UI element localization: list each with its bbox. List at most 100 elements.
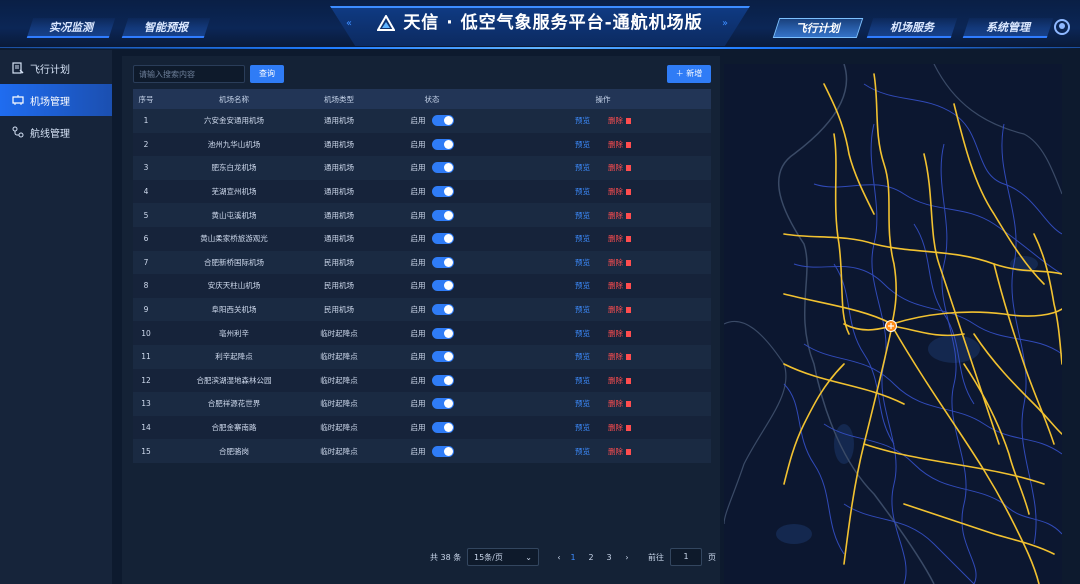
page-1[interactable]: 1 [566, 553, 580, 562]
nav-flight-plan[interactable]: 飞行计划 [772, 18, 864, 38]
status-toggle[interactable] [431, 374, 454, 386]
delete-link[interactable]: 删除 [608, 162, 631, 173]
top-header: 实况监测 智能预报 ‹‹ ›› 天信 · 低空气象服务平台-通航机场版 飞行计划… [0, 0, 1080, 49]
nav-system-management[interactable]: 系统管理 [962, 18, 1054, 38]
trash-icon [626, 141, 631, 148]
status-cell: 启用 [369, 162, 495, 174]
status-toggle[interactable] [431, 256, 454, 268]
status-toggle[interactable] [431, 445, 454, 457]
status-cell: 启用 [369, 280, 495, 292]
preview-link[interactable]: 预览 [575, 162, 590, 173]
delete-link[interactable]: 删除 [608, 210, 631, 221]
preview-link[interactable]: 预览 [575, 186, 590, 197]
status-toggle[interactable] [431, 280, 454, 292]
delete-link[interactable]: 删除 [608, 422, 631, 433]
preview-link[interactable]: 预览 [575, 328, 590, 339]
airport-name: 黄山屯溪机场 [211, 210, 257, 220]
sidebar-item-flight-plan[interactable]: 飞行计划 [0, 52, 112, 84]
nav-airport-service[interactable]: 机场服务 [866, 18, 958, 38]
col-header-name: 机场名称 [219, 94, 249, 104]
preview-link[interactable]: 预览 [575, 257, 590, 268]
delete-link[interactable]: 删除 [608, 186, 631, 197]
delete-link[interactable]: 删除 [608, 139, 631, 150]
row-index: 4 [143, 187, 149, 197]
table-row: 3 肥东白龙机场 通用机场 启用 预览 删除 [133, 156, 711, 180]
status-toggle[interactable] [431, 233, 454, 245]
page-3[interactable]: 3 [602, 553, 616, 562]
next-page-icon[interactable]: › [620, 553, 634, 562]
table-row: 10 亳州利辛 临时起降点 启用 预览 删除 [133, 321, 711, 345]
goto-page-input[interactable]: 1 [670, 548, 702, 566]
status-toggle[interactable] [431, 209, 454, 221]
trash-icon [626, 377, 631, 384]
delete-link[interactable]: 删除 [608, 328, 631, 339]
status-cell: 启用 [369, 233, 495, 245]
delete-link[interactable]: 删除 [608, 115, 631, 126]
delete-link[interactable]: 删除 [608, 351, 631, 362]
airport-type: 临时起降点 [320, 352, 358, 362]
status-label: 启用 [410, 352, 426, 362]
table-row: 5 黄山屯溪机场 通用机场 启用 预览 删除 [133, 203, 711, 227]
delete-link[interactable]: 删除 [608, 304, 631, 315]
page-2[interactable]: 2 [584, 553, 598, 562]
prev-page-icon[interactable]: ‹ [552, 553, 566, 562]
delete-link[interactable]: 删除 [608, 233, 631, 244]
status-toggle[interactable] [431, 186, 454, 198]
status-toggle[interactable] [431, 162, 454, 174]
status-toggle[interactable] [431, 138, 454, 150]
page-size-select[interactable]: 15条/页 ⌄ [467, 548, 539, 566]
actions-cell: 预览 删除 [495, 280, 711, 291]
status-label: 启用 [410, 328, 426, 338]
preview-link[interactable]: 预览 [575, 280, 590, 291]
preview-link[interactable]: 预览 [575, 422, 590, 433]
delete-link[interactable]: 删除 [608, 280, 631, 291]
row-index: 13 [141, 399, 151, 409]
preview-link[interactable]: 预览 [575, 446, 590, 457]
delete-link[interactable]: 删除 [608, 257, 631, 268]
status-toggle[interactable] [431, 327, 454, 339]
preview-link[interactable]: 预览 [575, 375, 590, 386]
table-row: 14 合肥金寨南路 临时起降点 启用 预览 删除 [133, 415, 711, 440]
preview-link[interactable]: 预览 [575, 304, 590, 315]
sidebar: 飞行计划 机场管理 航线管理 [0, 50, 112, 584]
trash-icon [626, 212, 631, 219]
status-toggle[interactable] [431, 304, 454, 316]
preview-link[interactable]: 预览 [575, 233, 590, 244]
actions-cell: 预览 删除 [495, 210, 711, 221]
preview-link[interactable]: 预览 [575, 351, 590, 362]
sidebar-item-airport-management[interactable]: 机场管理 [0, 84, 112, 116]
status-toggle[interactable] [431, 422, 454, 434]
delete-link[interactable]: 删除 [608, 446, 631, 457]
status-cell: 启用 [369, 304, 495, 316]
status-label: 启用 [410, 281, 426, 291]
preview-link[interactable]: 预览 [575, 139, 590, 150]
airport-list-panel: 查询 ＋ 新增 序号 机场名称 机场类型 状态 操作 1六安金安通用机场通用机场… [122, 56, 720, 584]
preview-link[interactable]: 预览 [575, 210, 590, 221]
user-avatar-icon[interactable] [1054, 19, 1070, 35]
table-body: 1 六安金安通用机场 通用机场 启用 预览 删除 2 池州九华山机场 通用机场 启用 预览 删除 3 肥东… [133, 109, 711, 463]
map-view[interactable] [724, 64, 1062, 584]
airport-marker-icon[interactable] [885, 320, 897, 332]
preview-link[interactable]: 预览 [575, 398, 590, 409]
table-row: 9 阜阳西关机场 民用机场 启用 预览 删除 [133, 297, 711, 322]
actions-cell: 预览 删除 [495, 186, 711, 197]
status-toggle[interactable] [431, 351, 454, 363]
plus-icon: ＋ [675, 69, 684, 78]
airport-type: 民用机场 [324, 257, 354, 267]
actions-cell: 预览 删除 [495, 446, 711, 457]
status-toggle[interactable] [431, 115, 454, 127]
status-cell: 启用 [369, 398, 495, 410]
airport-type: 通用机场 [324, 234, 354, 244]
actions-cell: 预览 删除 [495, 422, 711, 433]
status-label: 启用 [410, 257, 426, 267]
preview-link[interactable]: 预览 [575, 115, 590, 126]
add-button[interactable]: ＋ 新增 [667, 65, 711, 83]
delete-link[interactable]: 删除 [608, 398, 631, 409]
search-button[interactable]: 查询 [250, 65, 284, 83]
trash-icon [626, 401, 631, 408]
status-toggle[interactable] [431, 398, 454, 410]
search-input[interactable] [133, 65, 245, 83]
route-icon [12, 126, 24, 138]
delete-link[interactable]: 删除 [608, 375, 631, 386]
sidebar-item-route-management[interactable]: 航线管理 [0, 116, 112, 148]
